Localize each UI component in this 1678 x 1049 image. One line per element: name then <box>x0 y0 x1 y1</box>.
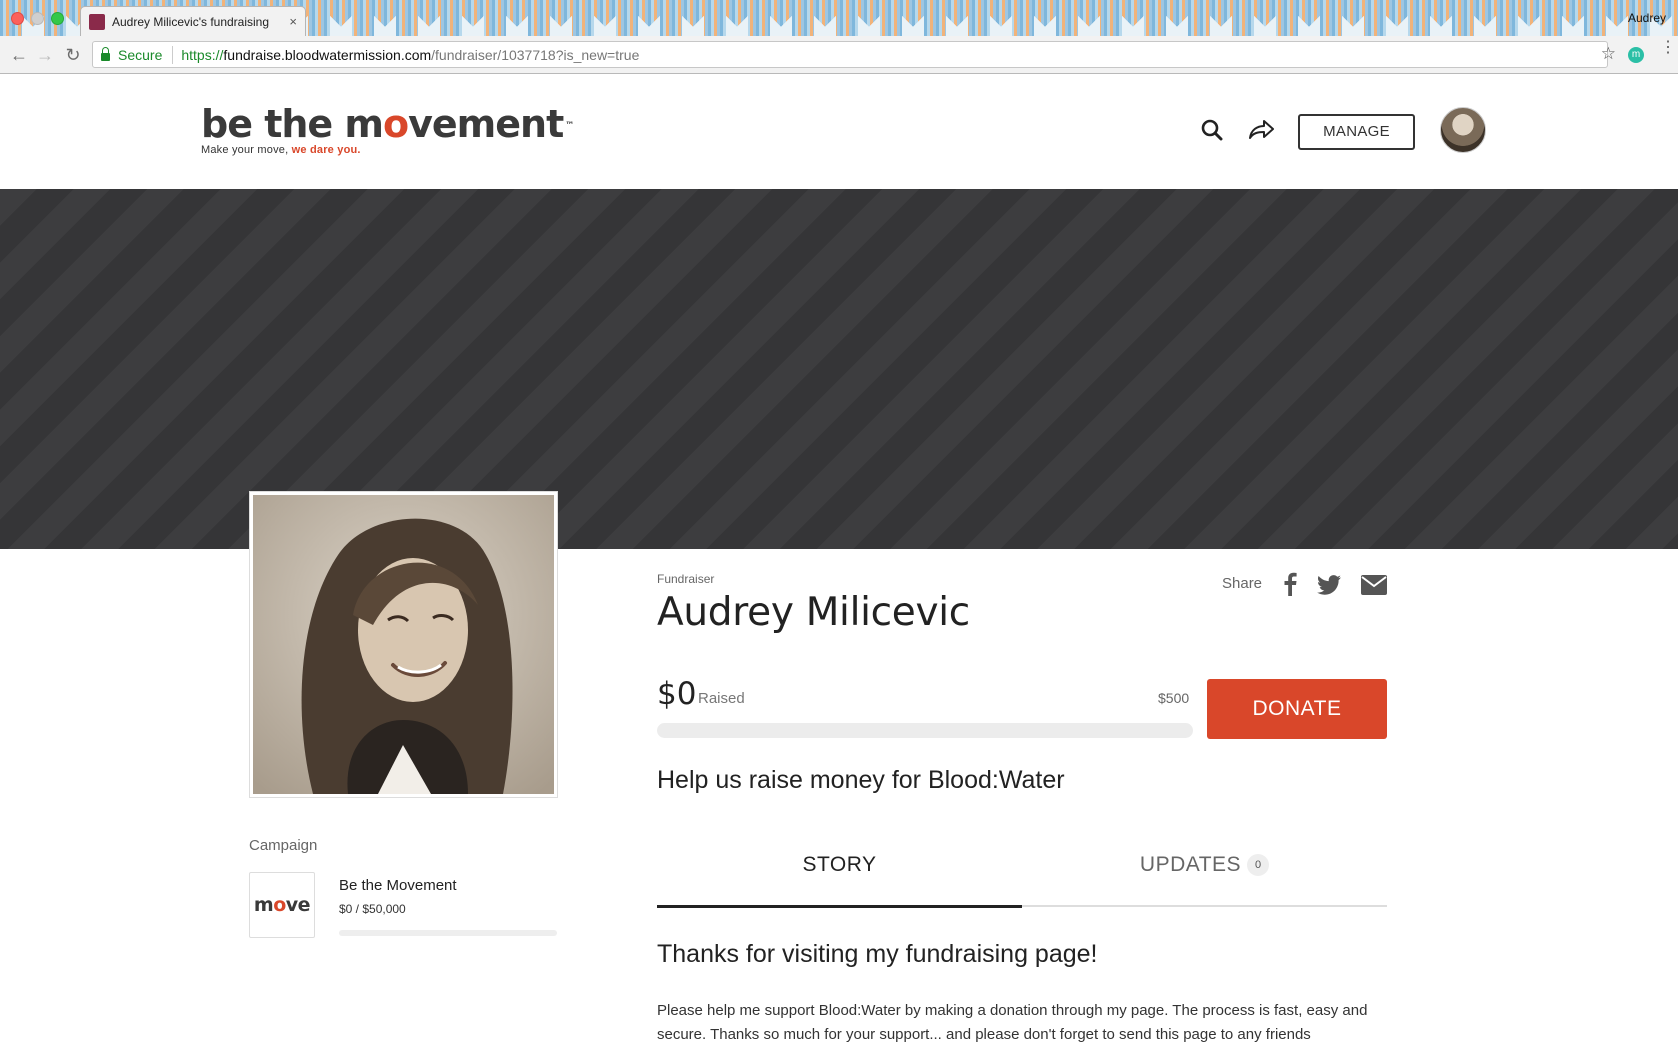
story-heading: Thanks for visiting my fundraising page! <box>657 940 1098 968</box>
profile-portrait-image <box>253 495 554 794</box>
lock-icon <box>101 46 110 61</box>
tagline-emphasis: we dare you. <box>291 144 361 156</box>
address-bar[interactable]: Secure https://fundraise.bloodwatermissi… <box>92 41 1608 68</box>
site-logo[interactable]: be the movement ™ Make your move, we dare… <box>201 102 574 156</box>
share-label: Share <box>1222 575 1263 592</box>
window-minimize-button[interactable] <box>31 12 44 25</box>
bookmark-star-icon[interactable]: ☆ <box>1601 44 1616 64</box>
tab-updates-label: UPDATES <box>1139 853 1242 876</box>
browser-tab[interactable]: Audrey Milicevic's fundraising × <box>80 6 306 36</box>
window-zoom-button[interactable] <box>51 12 64 25</box>
site-favicon-icon <box>89 13 105 30</box>
logo-text-part: vement <box>408 102 564 146</box>
tab-updates[interactable]: UPDATES 0 <box>1022 843 1387 907</box>
profile-photo <box>249 491 558 798</box>
browser-menu-icon[interactable]: ⋮ <box>1660 40 1676 56</box>
tagline-text: Make your move, <box>201 144 292 156</box>
fundraiser-name: Audrey Milicevic <box>657 590 970 635</box>
url-scheme: https:// <box>181 46 224 63</box>
forward-arrow-icon[interactable]: → <box>34 44 56 66</box>
window-close-button[interactable] <box>11 12 24 25</box>
url-path: /fundraiser/1037718?is_new=true <box>431 46 640 63</box>
campaign-amount: $0 / $50,000 <box>339 902 406 916</box>
site-header: be the movement ™ Make your move, we dare… <box>0 74 1678 189</box>
raised-label: Raised <box>698 690 745 707</box>
browser-profile-name[interactable]: Audrey <box>1628 11 1666 25</box>
logo-drop-letter: o <box>383 102 409 146</box>
secure-label: Secure <box>118 46 163 63</box>
trademark-symbol: ™ <box>565 121 574 131</box>
logo-wordmark: be the movement ™ <box>201 102 574 146</box>
tab-story-label: STORY <box>802 853 877 876</box>
user-avatar[interactable] <box>1440 107 1486 153</box>
goal-amount: $500 <box>1158 690 1190 706</box>
envelope-icon[interactable] <box>1361 575 1387 595</box>
extension-icon[interactable]: m <box>1628 47 1644 63</box>
manage-button[interactable]: MANAGE <box>1298 114 1415 150</box>
campaign-logo-text: ve <box>285 894 311 916</box>
story-body: Please help me support Blood:Water by ma… <box>657 1002 1368 1043</box>
search-icon[interactable] <box>1201 119 1223 141</box>
campaign-name-link[interactable]: Be the Movement <box>339 877 457 894</box>
tab-close-icon[interactable]: × <box>289 14 297 29</box>
tab-title: Audrey Milicevic's fundraising <box>112 14 270 29</box>
campaign-logo[interactable]: move <box>249 872 315 938</box>
content-tabs: STORY UPDATES 0 <box>657 843 1387 908</box>
campaign-label: Campaign <box>249 837 318 854</box>
address-separator <box>172 45 174 64</box>
tab-story[interactable]: STORY <box>657 843 1022 908</box>
twitter-icon[interactable] <box>1317 575 1341 595</box>
campaign-logo-text: m <box>253 894 274 916</box>
campaign-logo-drop: o <box>273 894 286 916</box>
browser-toolbar: ← → ↻ Secure https://fundraise.bloodwate… <box>0 36 1678 74</box>
raised-amount: $0 <box>657 676 697 712</box>
role-label: Fundraiser <box>657 572 715 586</box>
logo-text-part: be the m <box>201 102 384 146</box>
campaign-progress-bar <box>339 930 557 936</box>
browser-tab-bar: Audrey Milicevic's fundraising × Audrey <box>0 0 1678 36</box>
fundraiser-progress-bar <box>657 723 1193 738</box>
donate-button[interactable]: DONATE <box>1207 679 1387 739</box>
url-host: fundraise.bloodwatermission.com <box>223 46 432 63</box>
facebook-icon[interactable] <box>1283 572 1297 596</box>
fundraiser-tagline: Help us raise money for Blood:Water <box>657 766 1065 794</box>
reload-icon[interactable]: ↻ <box>62 44 84 66</box>
updates-count-badge: 0 <box>1247 854 1270 876</box>
share-arrow-icon[interactable] <box>1248 120 1274 140</box>
back-arrow-icon[interactable]: ← <box>8 44 30 66</box>
